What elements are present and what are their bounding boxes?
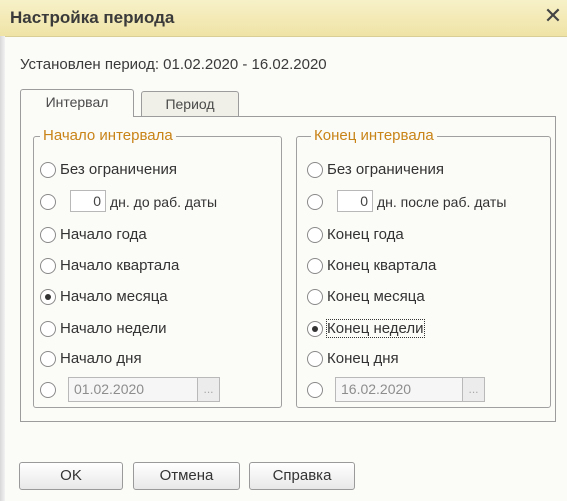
- days-after-input[interactable]: 0: [337, 190, 373, 212]
- end-interval-legend: Конец интервала: [311, 127, 437, 144]
- end-date-picker-button[interactable]: ...: [462, 378, 484, 401]
- help-button[interactable]: Справка: [249, 462, 355, 490]
- option-label: Начало недели: [60, 320, 167, 337]
- option-label: Начало дня: [60, 350, 142, 367]
- cancel-button[interactable]: Отмена: [133, 462, 240, 490]
- start-interval-legend: Начало интервала: [40, 127, 176, 144]
- start-date-picker-button[interactable]: ...: [197, 378, 219, 401]
- end-date-field[interactable]: 16.02.2020 ...: [335, 377, 485, 402]
- days-before-input[interactable]: 0: [70, 190, 106, 212]
- option-label: Конец года: [327, 226, 404, 243]
- start-date-field[interactable]: 01.02.2020 ...: [68, 377, 220, 402]
- start-date-value: 01.02.2020: [74, 381, 145, 397]
- radio-button-selected[interactable]: [307, 321, 323, 337]
- title-bar[interactable]: Настройка периода ✕: [0, 0, 567, 37]
- radio-button[interactable]: [40, 227, 56, 243]
- close-icon[interactable]: ✕: [541, 3, 565, 29]
- radio-button[interactable]: [307, 194, 323, 210]
- days-before-label: дн. до раб. даты: [110, 194, 218, 210]
- option-label: Начало месяца: [60, 288, 168, 305]
- radio-button[interactable]: [307, 227, 323, 243]
- radio-button[interactable]: [307, 289, 323, 305]
- radio-button[interactable]: [307, 162, 323, 178]
- window-edge: [0, 36, 5, 501]
- radio-button[interactable]: [307, 382, 323, 398]
- radio-button[interactable]: [40, 258, 56, 274]
- radio-button[interactable]: [40, 351, 56, 367]
- days-after-label: дн. после раб. даты: [377, 194, 507, 210]
- option-label: Без ограничения: [327, 161, 445, 178]
- radio-button[interactable]: [40, 194, 56, 210]
- option-label: Без ограничения: [60, 161, 178, 178]
- end-date-value: 16.02.2020: [341, 381, 412, 397]
- period-settings-dialog: Настройка периода ✕ Установлен период: 0…: [0, 0, 567, 501]
- option-label: Конец дня: [327, 350, 399, 367]
- end-interval-group: Конец интервала Без ограничения 0 дн. по…: [296, 127, 551, 408]
- radio-button[interactable]: [40, 162, 56, 178]
- option-label: Конец квартала: [327, 257, 437, 274]
- dialog-title: Настройка периода: [10, 8, 175, 27]
- option-label: Начало года: [60, 226, 147, 243]
- start-interval-group: Начало интервала Без ограничения 0 дн. д…: [33, 127, 282, 408]
- radio-button[interactable]: [40, 321, 56, 337]
- tab-interval[interactable]: Интервал: [20, 89, 134, 117]
- option-label-focused: Конец недели: [326, 319, 425, 338]
- radio-button[interactable]: [307, 351, 323, 367]
- tab-period[interactable]: Период: [141, 91, 239, 117]
- option-label: Начало квартала: [60, 257, 180, 274]
- radio-button[interactable]: [40, 382, 56, 398]
- option-label: Конец месяца: [327, 288, 425, 305]
- period-status-text: Установлен период: 01.02.2020 - 16.02.20…: [20, 56, 327, 73]
- radio-button[interactable]: [307, 258, 323, 274]
- ok-button[interactable]: OK: [19, 462, 123, 490]
- radio-button-selected[interactable]: [40, 289, 56, 305]
